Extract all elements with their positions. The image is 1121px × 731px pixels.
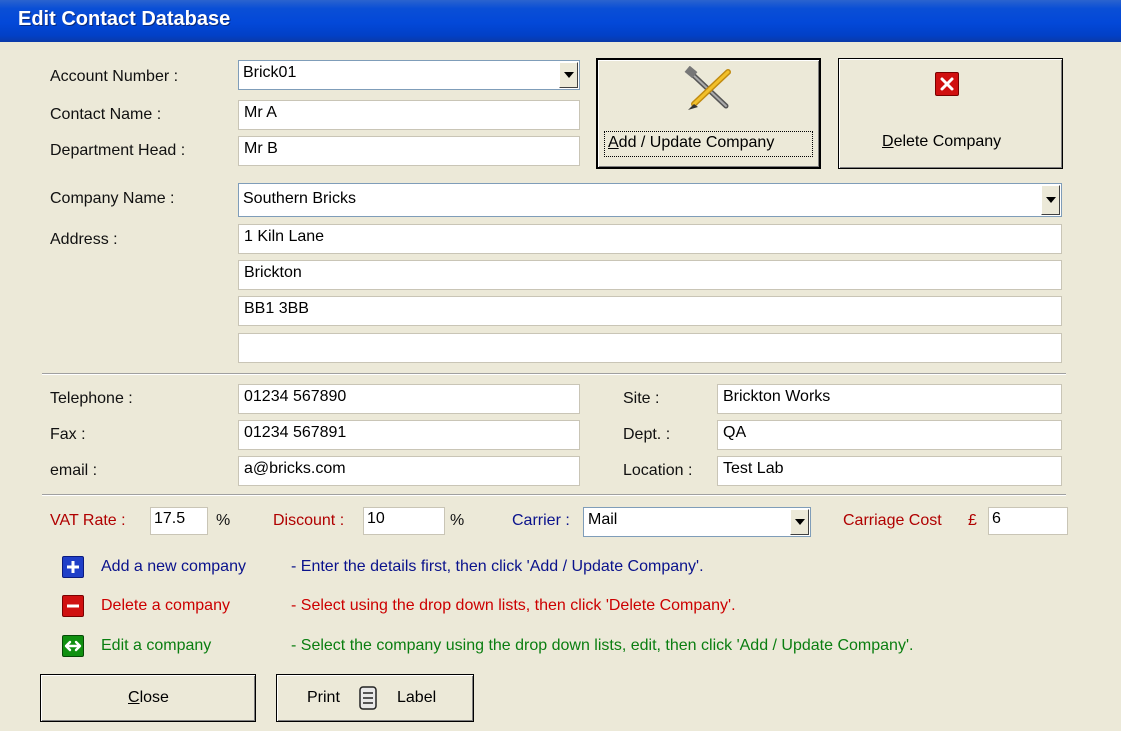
vat-percent-unit: % — [216, 512, 231, 529]
vat-rate-field[interactable]: 17.5 — [150, 507, 208, 535]
carriage-cost-field[interactable]: 6 — [988, 507, 1068, 535]
add-update-accelerator: A — [608, 134, 619, 151]
edit-help-title: Edit a company — [101, 637, 212, 654]
delete-help-title: Delete a company — [101, 597, 230, 614]
dept-field[interactable]: QA — [717, 420, 1062, 450]
delete-company-button[interactable]: Delete Company — [838, 58, 1063, 169]
add-update-label-rest: dd / Update Company — [618, 134, 775, 151]
location-field[interactable]: Test Lab — [717, 456, 1062, 486]
carriage-cost-label: Carriage Cost — [843, 512, 942, 529]
edit-help-description: - Select the company using the drop down… — [291, 637, 914, 654]
carriage-currency-symbol: £ — [968, 512, 977, 529]
separator-2 — [42, 494, 1066, 496]
site-label: Site : — [623, 390, 660, 407]
address-label: Address : — [50, 231, 118, 248]
carrier-value: Mail — [588, 511, 618, 528]
company-name-combo[interactable]: Southern Bricks — [238, 183, 1062, 217]
add-help-description: - Enter the details first, then click 'A… — [291, 558, 704, 575]
address-line-3-field[interactable]: BB1 3BB — [238, 296, 1062, 326]
add-plus-icon — [62, 556, 84, 578]
fax-label: Fax : — [50, 426, 86, 443]
print-label-button[interactable]: Print Label — [276, 674, 474, 722]
delete-label-rest: elete Company — [893, 133, 1002, 150]
delete-minus-icon — [62, 595, 84, 617]
address-line-1-field[interactable]: 1 Kiln Lane — [238, 224, 1062, 254]
department-head-label: Department Head : — [50, 142, 186, 159]
label-roll-icon — [359, 686, 377, 710]
email-field[interactable]: a@bricks.com — [238, 456, 580, 486]
email-label: email : — [50, 462, 98, 479]
print-label-suffix: Label — [397, 689, 437, 706]
company-name-label: Company Name : — [50, 190, 175, 207]
dept-label: Dept. : — [623, 426, 671, 443]
delete-accelerator: D — [882, 133, 894, 150]
discount-field[interactable]: 10 — [363, 507, 445, 535]
close-label-rest: lose — [139, 689, 169, 706]
chevron-down-icon — [1046, 197, 1056, 203]
close-accelerator: C — [128, 689, 140, 706]
delete-company-label: Delete Company — [882, 133, 1001, 151]
discount-label: Discount : — [273, 512, 345, 529]
add-help-title: Add a new company — [101, 558, 246, 575]
edit-arrows-icon — [62, 635, 84, 657]
edit-contact-window: Edit Contact Database Account Number : C… — [0, 0, 1121, 731]
chevron-down-icon — [795, 519, 805, 525]
address-line-4-field[interactable] — [238, 333, 1062, 363]
carrier-combo[interactable]: Mail — [583, 507, 811, 537]
delete-help-description: - Select using the drop down lists, then… — [291, 597, 736, 614]
window-title: Edit Contact Database — [18, 8, 231, 30]
vat-rate-label: VAT Rate : — [50, 512, 126, 529]
separator-1 — [42, 373, 1066, 375]
telephone-field[interactable]: 01234 567890 — [238, 384, 580, 414]
telephone-label: Telephone : — [50, 390, 133, 407]
close-label: Close — [128, 689, 169, 707]
account-number-value: Brick01 — [243, 64, 297, 81]
discount-percent-unit: % — [450, 512, 465, 529]
address-line-2-field[interactable]: Brickton — [238, 260, 1062, 290]
account-number-label: Account Number : — [50, 68, 179, 85]
contact-name-label: Contact Name : — [50, 106, 162, 123]
account-number-dropdown-button[interactable] — [559, 62, 578, 88]
chevron-down-icon — [564, 72, 574, 78]
delete-x-icon — [935, 72, 959, 96]
close-button[interactable]: Close — [40, 674, 256, 722]
department-head-field[interactable]: Mr B — [238, 136, 580, 166]
contact-name-field[interactable]: Mr A — [238, 100, 580, 130]
title-bar[interactable]: Edit Contact Database — [0, 0, 1121, 42]
carrier-label: Carrier : — [512, 512, 570, 529]
carrier-dropdown-button[interactable] — [790, 509, 809, 535]
company-name-value: Southern Bricks — [243, 190, 356, 207]
location-label: Location : — [623, 462, 693, 479]
account-number-combo[interactable]: Brick01 — [238, 60, 580, 90]
site-field[interactable]: Brickton Works — [717, 384, 1062, 414]
add-update-company-button[interactable]: Add / Update Company — [596, 58, 821, 169]
fax-field[interactable]: 01234 567891 — [238, 420, 580, 450]
tools-icon — [684, 66, 731, 110]
company-name-dropdown-button[interactable] — [1041, 185, 1060, 215]
add-update-company-label: Add / Update Company — [608, 134, 774, 152]
print-label-text: Print — [307, 689, 340, 706]
